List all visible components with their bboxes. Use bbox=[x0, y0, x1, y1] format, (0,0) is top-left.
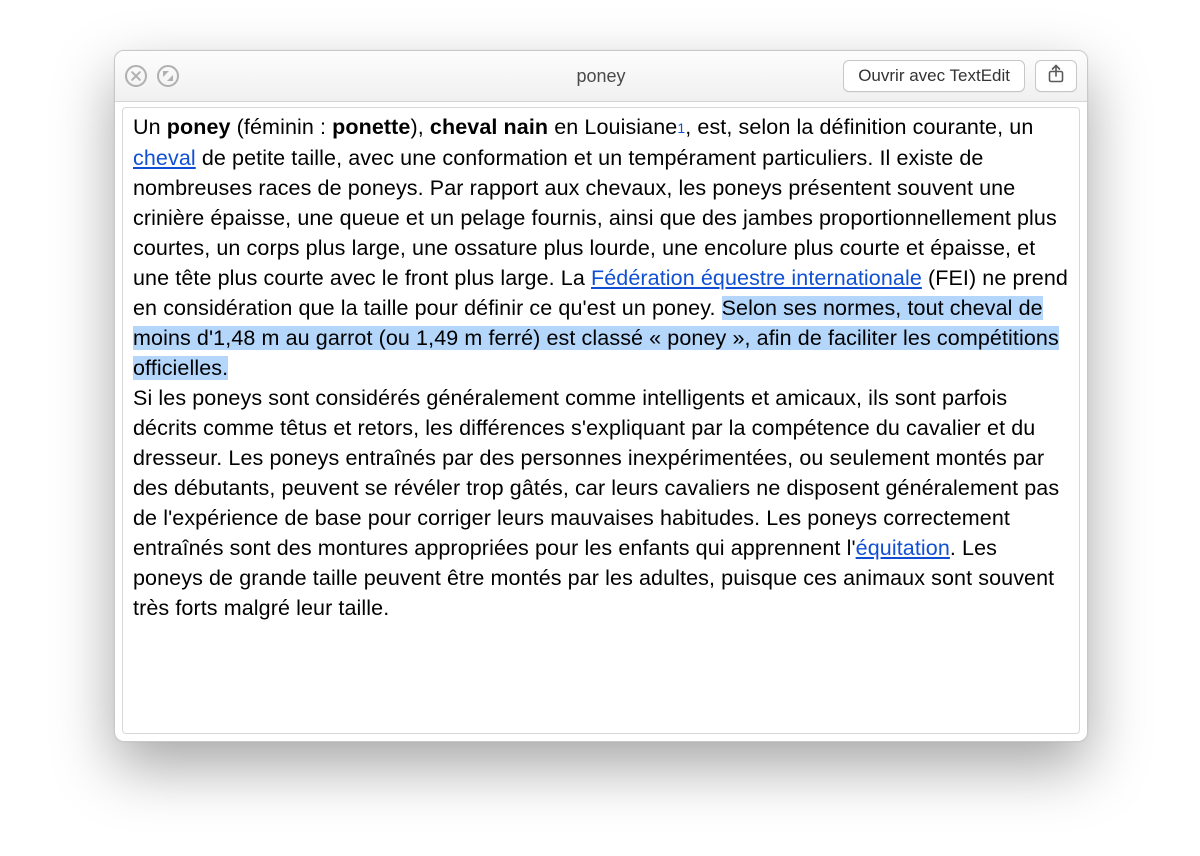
share-button[interactable] bbox=[1035, 60, 1077, 92]
link-fei[interactable]: Fédération équestre internationale bbox=[591, 266, 922, 290]
open-with-label: Ouvrir avec TextEdit bbox=[858, 66, 1010, 86]
paragraph-1: Un poney (féminin : ponette), cheval nai… bbox=[133, 112, 1069, 383]
text: , est, selon la définition courante, un bbox=[685, 115, 1033, 139]
content-area: Un poney (féminin : ponette), cheval nai… bbox=[115, 102, 1087, 741]
text: (féminin : bbox=[231, 115, 333, 139]
bold-text: poney bbox=[167, 115, 231, 139]
share-icon bbox=[1047, 64, 1065, 89]
titlebar-right-controls: Ouvrir avec TextEdit bbox=[843, 60, 1077, 92]
text: Un bbox=[133, 115, 167, 139]
fullscreen-icon[interactable] bbox=[157, 65, 179, 87]
bold-text: ponette bbox=[332, 115, 410, 139]
close-icon[interactable] bbox=[125, 65, 147, 87]
text: en Louisiane bbox=[548, 115, 677, 139]
document-viewport[interactable]: Un poney (féminin : ponette), cheval nai… bbox=[122, 107, 1080, 734]
titlebar-left-controls bbox=[125, 65, 179, 87]
link-equitation[interactable]: équitation bbox=[856, 536, 950, 560]
open-with-button[interactable]: Ouvrir avec TextEdit bbox=[843, 60, 1025, 92]
quicklook-window: poney Ouvrir avec TextEdit Un poney (fém… bbox=[114, 50, 1088, 742]
link-cheval[interactable]: cheval bbox=[133, 146, 196, 170]
titlebar: poney Ouvrir avec TextEdit bbox=[115, 51, 1087, 102]
text: Si les poneys sont considérés généraleme… bbox=[133, 386, 1059, 560]
document-body: Un poney (féminin : ponette), cheval nai… bbox=[133, 112, 1069, 623]
text: ), bbox=[411, 115, 430, 139]
bold-text: cheval nain bbox=[430, 115, 548, 139]
paragraph-2: Si les poneys sont considérés généraleme… bbox=[133, 383, 1069, 623]
